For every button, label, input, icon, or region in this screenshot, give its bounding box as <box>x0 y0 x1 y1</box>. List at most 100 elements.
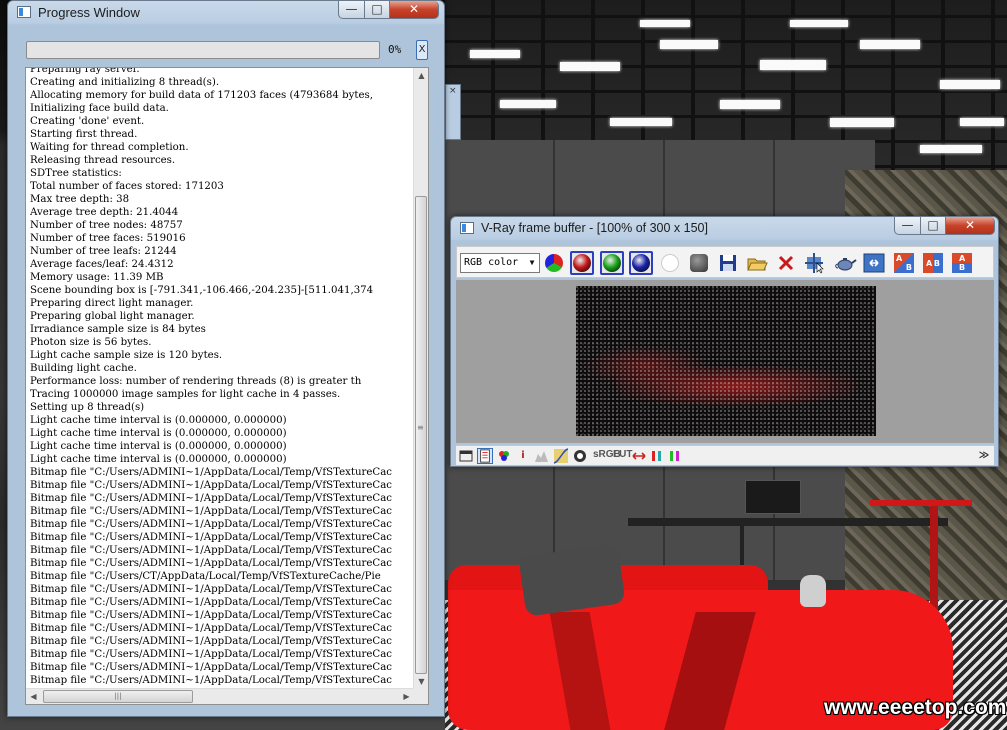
history-button[interactable] <box>458 448 474 464</box>
render-viewport[interactable] <box>456 280 994 443</box>
exposure-button[interactable] <box>572 448 588 464</box>
minimize-button[interactable]: — <box>338 1 365 19</box>
log-line: Bitmap file "C:/Users/ADMINI~1/AppData/L… <box>30 558 393 569</box>
progress-window[interactable]: Progress Window — □ ✕ 0% X Preparing ray… <box>7 0 445 717</box>
progress-bar <box>26 41 380 59</box>
alpha-channel-button[interactable] <box>658 251 682 275</box>
region-render-button[interactable] <box>862 251 886 275</box>
scene-laptop <box>745 480 801 514</box>
ceiling-light <box>560 62 620 71</box>
curves-icon <box>553 448 569 464</box>
title-bar[interactable]: V-Ray frame buffer - [100% of 300 x 150]… <box>451 217 998 241</box>
alpha-channel-icon <box>661 254 679 272</box>
rendered-image[interactable] <box>576 286 876 436</box>
mono-channel-icon <box>690 254 708 272</box>
log-line: Bitmap file "C:/Users/ADMINI~1/AppData/L… <box>30 480 393 491</box>
grip-icon: ≡ <box>417 423 424 432</box>
log-line: Total number of faces stored: 171203 <box>30 181 224 192</box>
minimize-button[interactable]: — <box>894 217 921 235</box>
log-line: Bitmap file "C:/Users/ADMINI~1/AppData/L… <box>30 506 393 517</box>
color-corrections-button[interactable] <box>477 448 493 464</box>
log-line: Bitmap file "C:/Users/ADMINI~1/AppData/L… <box>30 532 393 543</box>
log-line: Setting up 8 thread(s) <box>30 402 145 413</box>
ceiling-light <box>500 100 556 108</box>
render-noise <box>576 286 876 436</box>
channel-select[interactable]: RGB color ▼ <box>460 253 540 273</box>
clear-image-button[interactable] <box>774 251 798 275</box>
title-bar[interactable]: Progress Window — □ ✕ <box>8 1 444 25</box>
close-button[interactable]: ✕ <box>389 1 439 19</box>
log-line: Memory usage: 11.39 MB <box>30 272 164 283</box>
green-channel-icon <box>603 254 621 272</box>
pixel-aspect-icon <box>632 452 646 460</box>
ab-vertical-button[interactable]: AB <box>950 251 974 275</box>
log-line: Allocating memory for build data of 1712… <box>30 90 373 101</box>
log-line: Creating 'done' event. <box>30 116 145 127</box>
window-app-icon <box>17 6 31 18</box>
log-line: Bitmap file "C:/Users/ADMINI~1/AppData/L… <box>30 649 393 660</box>
green-channel-button[interactable] <box>600 251 624 275</box>
maximize-button[interactable]: □ <box>364 1 390 19</box>
log-line: Starting first thread. <box>30 129 138 140</box>
expand-button[interactable]: ≫ <box>976 448 992 464</box>
log-line: Number of tree faces: 519016 <box>30 233 186 244</box>
levels-icon <box>535 451 548 462</box>
vertical-scroll-thumb[interactable]: ≡ <box>415 196 427 674</box>
log-line: Bitmap file "C:/Users/ADMINI~1/AppData/L… <box>30 623 393 634</box>
log-line: Light cache time interval is (0.000000, … <box>30 415 287 426</box>
save-image-button[interactable] <box>716 251 740 275</box>
history-icon <box>459 450 473 462</box>
scroll-left-icon[interactable]: ◀ <box>26 689 41 704</box>
horizontal-scroll-thumb[interactable]: ||| <box>43 690 193 703</box>
rgb-channels-button[interactable] <box>542 251 566 275</box>
levels-button[interactable] <box>534 448 550 464</box>
stereo-red-icon <box>652 451 661 461</box>
color-picker-button[interactable] <box>496 448 512 464</box>
lut-toggle[interactable]: LUT <box>613 449 632 460</box>
log-line: Bitmap file "C:/Users/ADMINI~1/AppData/L… <box>30 675 393 686</box>
ceiling-light <box>610 118 672 126</box>
vray-frame-buffer-window[interactable]: V-Ray frame buffer - [100% of 300 x 150]… <box>450 216 999 467</box>
color-picker-icon <box>499 451 509 461</box>
ab-horizontal-button[interactable]: AB <box>921 251 945 275</box>
blue-channel-button[interactable] <box>629 251 653 275</box>
scene-desk <box>628 518 948 526</box>
red-channel-button[interactable] <box>570 251 594 275</box>
close-icon[interactable]: × <box>449 86 457 96</box>
render-button[interactable] <box>833 251 857 275</box>
mono-channel-button[interactable] <box>687 251 711 275</box>
log-line: Preparing direct light manager. <box>30 298 194 309</box>
vertical-scrollbar[interactable]: ▲ ≡ ▼ <box>413 68 428 689</box>
ab-vertical-icon: AB <box>952 253 972 273</box>
log-line: Preparing ray server. <box>30 67 140 75</box>
log-line: Bitmap file "C:/Users/ADMINI~1/AppData/L… <box>30 519 393 530</box>
horizontal-scrollbar[interactable]: ◀ ||| ▶ <box>26 688 414 704</box>
track-mouse-button[interactable] <box>803 251 827 275</box>
log-line: Bitmap file "C:/Users/ADMINI~1/AppData/L… <box>30 610 393 621</box>
log-line: Bitmap file "C:/Users/CT/AppData/Local/T… <box>30 571 381 582</box>
progress-percent: 0% <box>388 43 402 56</box>
info-icon: i <box>521 450 525 461</box>
info-button[interactable]: i <box>515 448 531 464</box>
load-image-button[interactable] <box>745 251 769 275</box>
ceiling-light <box>720 100 780 109</box>
close-button[interactable]: ✕ <box>945 217 995 235</box>
curves-button[interactable] <box>553 448 569 464</box>
ab-compare-button[interactable]: AB <box>892 251 916 275</box>
scroll-down-icon[interactable]: ▼ <box>414 674 428 689</box>
ceiling-light <box>470 50 520 58</box>
window-title: V-Ray frame buffer - [100% of 300 x 150] <box>481 221 708 235</box>
scroll-right-icon[interactable]: ▶ <box>399 689 414 704</box>
log-output[interactable]: Preparing ray server. Creating and initia… <box>25 67 429 705</box>
cancel-button[interactable]: X <box>416 40 428 60</box>
stereo-red-button[interactable] <box>649 448 665 464</box>
stereo-green-button[interactable] <box>667 448 683 464</box>
floating-panel[interactable]: × <box>445 84 461 140</box>
ceiling-light <box>640 20 690 27</box>
scroll-up-icon[interactable]: ▲ <box>414 68 428 83</box>
pixel-aspect-button[interactable] <box>631 448 647 464</box>
rgb-channels-icon <box>545 254 563 272</box>
log-line: Photon size is 56 bytes. <box>30 337 152 348</box>
maximize-button[interactable]: □ <box>920 217 946 235</box>
log-line: Bitmap file "C:/Users/ADMINI~1/AppData/L… <box>30 545 393 556</box>
